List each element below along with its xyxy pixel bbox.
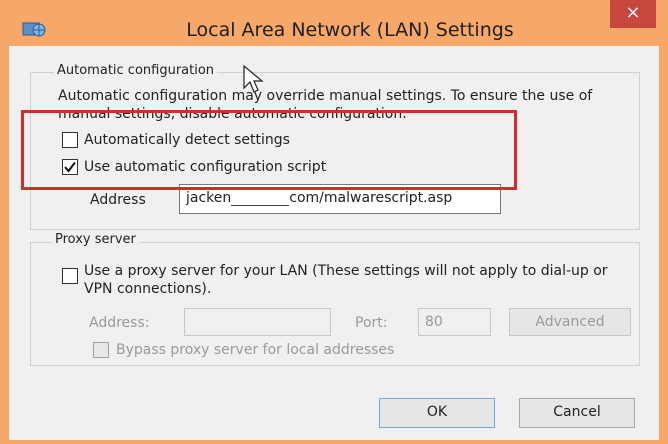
ok-button[interactable]: OK: [379, 398, 495, 428]
proxy-address-label: Address:: [89, 315, 150, 331]
lan-settings-dialog: Local Area Network (LAN) Settings × Auto…: [0, 0, 668, 444]
use-proxy-checkbox[interactable]: [62, 268, 78, 284]
window-title: Local Area Network (LAN) Settings: [186, 19, 514, 41]
advanced-button[interactable]: Advanced: [509, 308, 631, 336]
redacted-region: [231, 190, 290, 206]
proxy-server-label: Proxy server: [52, 232, 139, 247]
proxy-port-label: Port:: [355, 315, 388, 331]
close-icon: ×: [625, 2, 641, 23]
mouse-pointer-icon: [243, 64, 264, 93]
address-suffix: com/malwarescript.asp: [289, 190, 453, 206]
network-globe-icon: [22, 22, 46, 37]
bypass-local-checkbox[interactable]: [93, 342, 109, 358]
script-address-label: Address: [90, 192, 146, 208]
close-button[interactable]: ×: [610, 0, 656, 28]
dialog-body: Automatic configuration Automatic config…: [9, 46, 659, 440]
proxy-address-input[interactable]: [184, 308, 331, 336]
address-prefix: jacken: [186, 190, 232, 206]
cancel-button[interactable]: Cancel: [519, 398, 635, 428]
bypass-local-label[interactable]: Bypass proxy server for local addresses: [116, 341, 394, 359]
automatic-configuration-label: Automatic configuration: [54, 63, 218, 78]
annotation-highlight-box: [21, 110, 517, 190]
proxy-port-input[interactable]: 80: [418, 308, 491, 336]
use-proxy-label[interactable]: Use a proxy server for your LAN (These s…: [84, 262, 632, 298]
